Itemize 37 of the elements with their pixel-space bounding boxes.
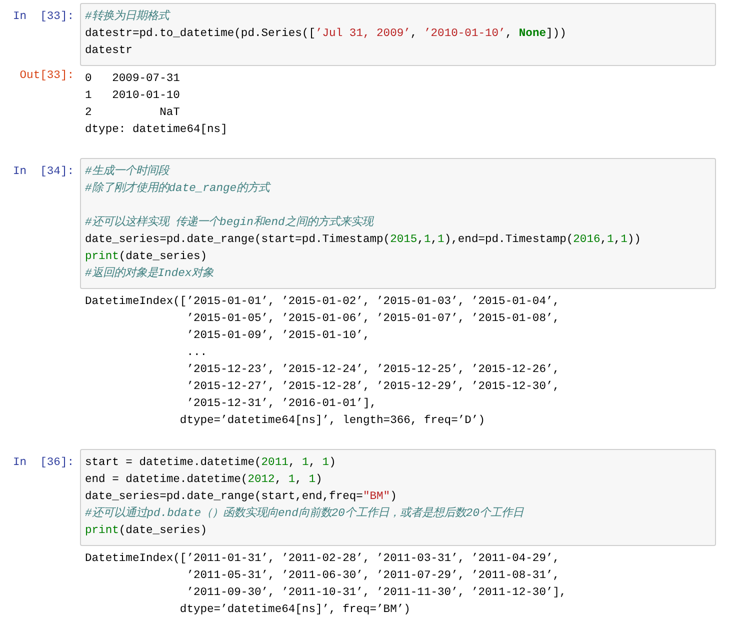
code-cell[interactable]: #生成一个时间段 #除了刚才使用的date_range的方式 #还可以这样实现 传递一个begin和end之间的方式来实现 date_series=pd.date_range(start=pd.Timestamp(2015,1,1),end=pd.Timestamp(2016,1,1)) print(date_series) #返回的对象是Index对象 [80, 158, 716, 289]
output-line: ’2011-09-30’, ’2011-10-31’, ’2011-11-30’, ’2011-12-30’], [186, 586, 566, 601]
code-line: #返回的对象是Index对象 [85, 266, 214, 282]
output-line: ’2015-12-27’, ’2015-12-28’, ’2015-12-29’, ’2015-12-30’, [186, 380, 560, 395]
code-cell[interactable]: start = datetime.datetime(2011, 1, 1) end = datetime.datetime(2012, 1, 1) date_series=pd.date_range(start,end,freq="BM") #还可以通过pd.bdate（）函数实现向end向前数20个工作日，或者是想后数20个工作日 print(date_series) [80, 449, 716, 546]
input-prompt: In [36]: [12, 457, 74, 469]
output-line: ’2011-05-31’, ’2011-06-30’, ’2011-07-29’, ’2011-08-31’, [186, 568, 560, 584]
output-line: 0 2009-07-31 [85, 72, 180, 87]
output-line: 2 NaT [85, 106, 180, 121]
output-line: ... [186, 346, 208, 361]
output-line: DatetimeIndex([’2011-01-31’, ’2011-02-28’, ’2011-03-31’, ’2011-04-29’, [85, 552, 560, 567]
code-line: #还可以这样实现 传递一个begin和end之间的方式来实现 [85, 215, 373, 231]
code-line: #除了刚才使用的date_range的方式 [85, 181, 270, 197]
output-line: dtype=’datetime64[ns]’, freq=’BM’) [178, 602, 410, 618]
code-line: datestr [85, 44, 132, 59]
output-line: 1 2010-01-10 [85, 89, 180, 104]
code-line: print(date_series) [85, 524, 208, 539]
code-line: print(date_series) [85, 250, 208, 265]
code-cell[interactable]: #转换为日期格式 datestr=pd.to_datetime(pd.Series([’Jul 31, 2009’, ’2010-01-10’, None])) datestr [80, 3, 716, 66]
output-line: ’2015-12-23’, ’2015-12-24’, ’2015-12-25’, ’2015-12-26’, [186, 362, 560, 378]
code-line: end = datetime.datetime(2012, 1, 1) [85, 472, 322, 488]
code-line: start = datetime.datetime(2011, 1, 1) [85, 456, 336, 471]
code-line: #转换为日期格式 [85, 9, 169, 25]
output-prompt: Out[33]: [20, 70, 74, 82]
code-line: #还可以通过pd.bdate（）函数实现向end向前数20个工作日，或者是想后数20个工作日 [85, 506, 524, 522]
output-line: dtype=’datetime64[ns]’, length=366, freq=’D’) [178, 414, 485, 429]
output-line: ’2015-12-31’, ’2016-01-01’], [186, 396, 377, 412]
output-line: DatetimeIndex([’2015-01-01’, ’2015-01-02’, ’2015-01-03’, ’2015-01-04’, [85, 294, 560, 310]
output-line: dtype: datetime64[ns] [85, 122, 228, 138]
code-line: date_series=pd.date_range(start,end,freq="BM") [85, 490, 397, 505]
code-line: #生成一个时间段 [85, 164, 169, 180]
input-prompt: In [34]: [12, 166, 74, 178]
input-prompt: In [33]: [12, 11, 74, 23]
output-line: ’2015-01-05’, ’2015-01-06’, ’2015-01-07’, ’2015-01-08’, [186, 312, 560, 327]
code-line: date_series=pd.date_range(start=pd.Timestamp(2015,1,1),end=pd.Timestamp(2016,1,1)) [85, 232, 641, 248]
output-line: ’2015-01-09’, ’2015-01-10’, [186, 328, 370, 344]
code-line: datestr=pd.to_datetime(pd.Series([’Jul 31, 2009’, ’2010-01-10’, None])) [85, 26, 566, 42]
